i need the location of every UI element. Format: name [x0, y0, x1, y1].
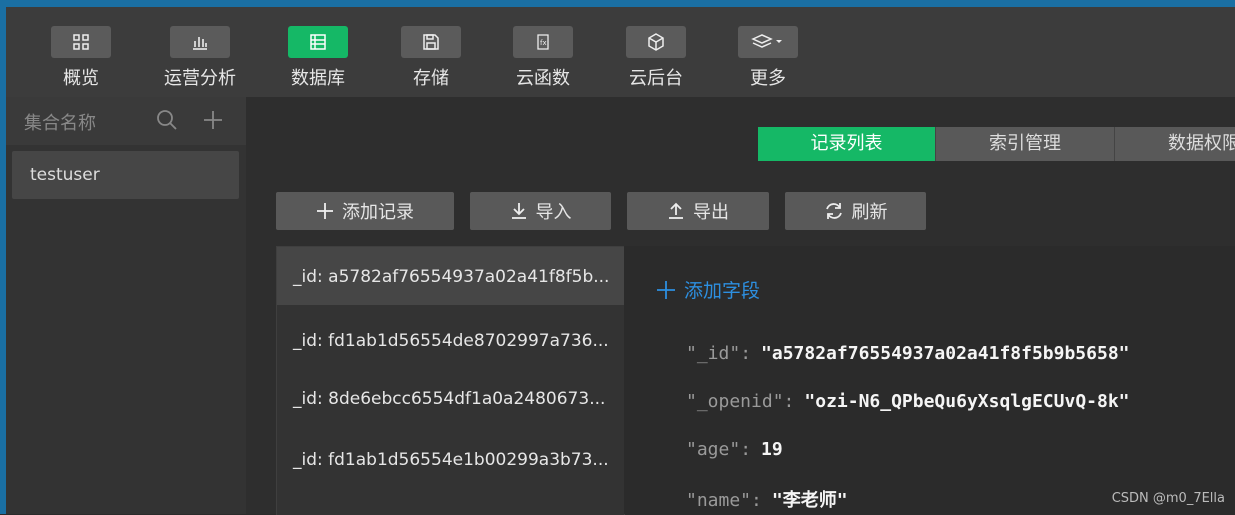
field-row[interactable]: "age": 19: [686, 439, 783, 460]
record-id: _id: a5782af76554937a02a41f8f5b...: [293, 267, 610, 287]
save-icon: [401, 26, 461, 58]
toolbar-overview[interactable]: 概览: [36, 26, 126, 90]
record-list: _id: a5782af76554937a02a41f8f5b... _id: …: [276, 246, 625, 515]
add-field-label: 添加字段: [684, 280, 761, 302]
toolbar-label: 更多: [750, 68, 786, 89]
tab-bar: 记录列表 索引管理 数据权限: [758, 127, 1235, 161]
collection-sidebar: 集合名称 testuser: [6, 97, 246, 514]
refresh-icon: [825, 203, 842, 219]
toolbar-label: 存储: [413, 68, 449, 89]
field-value: 19: [761, 439, 783, 460]
toolbar-cloud-admin[interactable]: 云后台: [611, 26, 701, 90]
layers-icon: [738, 26, 798, 58]
field-row[interactable]: "_openid": "ozi-N6_QPbeQu6yXsqlgECUvQ-8k": [686, 391, 1130, 412]
toolbar-storage[interactable]: 存储: [386, 26, 476, 90]
field-colon: :: [740, 439, 752, 460]
toolbar-label: 数据库: [291, 68, 345, 89]
export-label: 导出: [693, 202, 729, 223]
function-icon: fx: [513, 26, 573, 58]
cube-icon: [626, 26, 686, 58]
database-icon: [288, 26, 348, 58]
bar-chart-icon: [170, 26, 230, 58]
watermark: CSDN @m0_7Ella: [1111, 491, 1225, 506]
record-item[interactable]: _id: 8de6ebcc6554df1a0a2480673...: [277, 369, 624, 427]
record-id: _id: fd1ab1d56554e1b00299a3b73...: [293, 450, 609, 470]
record-item[interactable]: _id: fd1ab1d56554e1b00299a3b73...: [277, 430, 624, 488]
add-record-label: 添加记录: [342, 202, 414, 223]
plus-icon: [317, 203, 333, 219]
import-button[interactable]: 导入: [470, 192, 611, 230]
field-colon: :: [751, 490, 762, 511]
toolbar-label: 运营分析: [164, 68, 236, 89]
field-value: "李老师": [771, 490, 848, 511]
window-top-border: [0, 0, 1235, 7]
search-icon[interactable]: [156, 109, 178, 135]
record-item[interactable]: _id: fd1ab1d56554de8702997a736...: [277, 311, 624, 369]
download-icon: [511, 203, 526, 219]
refresh-button[interactable]: 刷新: [785, 192, 926, 230]
field-row[interactable]: "_id": "a5782af76554937a02a41f8f5b9b5658": [686, 343, 1130, 364]
tab-index-management[interactable]: 索引管理: [936, 127, 1115, 161]
toolbar-database[interactable]: 数据库: [273, 26, 363, 90]
toolbar-analytics[interactable]: 运营分析: [155, 26, 245, 90]
top-toolbar: 概览 运营分析 数据库 存储 fx 云函数 云后台 更多: [6, 7, 1235, 97]
field-key: "_openid": [686, 391, 784, 412]
svg-text:fx: fx: [540, 39, 547, 47]
main-panel: 记录列表 索引管理 数据权限 添加记录 导入 导出 刷新 _id: a5782a…: [246, 97, 1235, 515]
collection-name: testuser: [30, 165, 100, 185]
tab-record-list[interactable]: 记录列表: [758, 127, 936, 161]
field-colon: :: [740, 343, 752, 364]
record-id: _id: fd1ab1d56554de8702997a736...: [293, 331, 609, 351]
add-field-button[interactable]: 添加字段: [656, 276, 760, 303]
sidebar-item-testuser[interactable]: testuser: [12, 151, 239, 199]
import-label: 导入: [535, 202, 572, 223]
refresh-label: 刷新: [851, 202, 888, 223]
toolbar-more[interactable]: 更多: [723, 26, 813, 90]
toolbar-label: 云后台: [629, 68, 683, 89]
sidebar-header: 集合名称: [6, 97, 246, 145]
tab-data-permissions[interactable]: 数据权限: [1115, 127, 1235, 161]
field-row[interactable]: "name": "李老师": [686, 486, 848, 512]
field-key: "_id": [686, 343, 741, 364]
field-key: "age": [686, 439, 741, 460]
record-id: _id: 8de6ebcc6554df1a0a2480673...: [293, 389, 606, 409]
toolbar-cloud-function[interactable]: fx 云函数: [498, 26, 588, 90]
upload-icon: [669, 202, 683, 219]
field-value: "a5782af76554937a02a41f8f5b9b5658": [761, 343, 1130, 364]
record-detail: 添加字段 "_id": "a5782af76554937a02a41f8f5b9b…: [624, 246, 1235, 514]
toolbar-label: 概览: [63, 68, 99, 89]
field-key: "name": [686, 490, 752, 511]
sidebar-title: 集合名称: [24, 113, 96, 134]
record-item[interactable]: _id: a5782af76554937a02a41f8f5b...: [277, 247, 624, 305]
add-collection-icon[interactable]: [202, 109, 224, 135]
export-button[interactable]: 导出: [627, 192, 769, 230]
grid-icon: [51, 26, 111, 58]
toolbar-label: 云函数: [516, 68, 570, 89]
add-record-button[interactable]: 添加记录: [276, 192, 454, 230]
field-value: "ozi-N6_QPbeQu6yXsqlgECUvQ-8k": [804, 391, 1130, 412]
plus-icon: [657, 280, 675, 299]
field-colon: :: [783, 391, 795, 412]
